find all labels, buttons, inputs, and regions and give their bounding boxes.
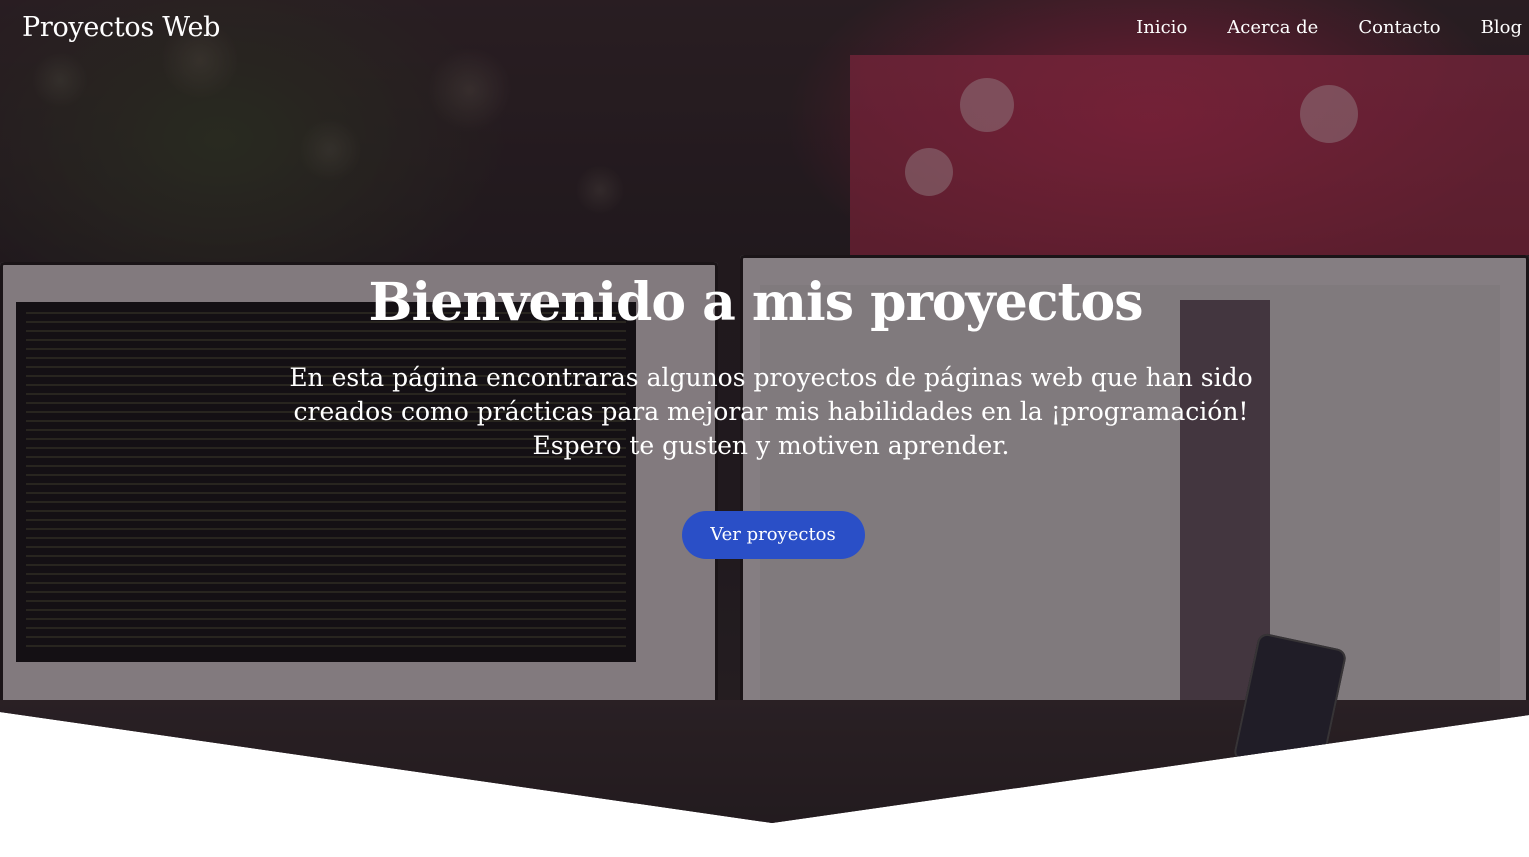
hero-title: Bienvenido a mis proyectos [368, 272, 1144, 333]
brand-logo-link[interactable]: Proyectos Web [22, 12, 220, 43]
top-navbar: Proyectos Web Inicio Acerca de Contacto … [0, 0, 1529, 54]
nav-link-blog[interactable]: Blog [1481, 17, 1522, 38]
hero-content: Bienvenido a mis proyectos En esta págin… [0, 272, 1529, 559]
nav-menu: Inicio Acerca de Contacto Blog [1136, 17, 1522, 38]
hero-subtitle: En esta página encontraras algunos proye… [289, 363, 1253, 460]
nav-link-contacto[interactable]: Contacto [1358, 17, 1440, 38]
nav-link-inicio[interactable]: Inicio [1136, 17, 1187, 38]
nav-link-acerca-de[interactable]: Acerca de [1227, 17, 1318, 38]
ver-proyectos-button[interactable]: Ver proyectos [681, 511, 865, 559]
page: Proyectos Web Inicio Acerca de Contacto … [0, 0, 1529, 857]
